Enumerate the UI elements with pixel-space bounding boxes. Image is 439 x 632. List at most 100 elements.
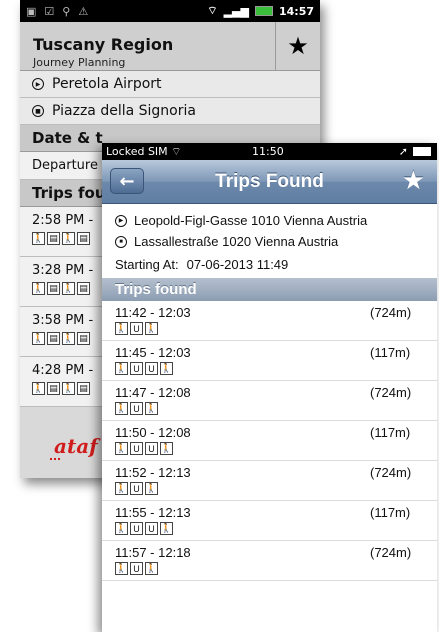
play-circle-icon: ▶ bbox=[32, 78, 44, 90]
favorite-add-button[interactable]: ★ bbox=[275, 22, 320, 70]
bus-icon: ▤ bbox=[77, 332, 90, 345]
usb-icon: ⚲ bbox=[62, 4, 71, 18]
trip-time: 11:57 - 12:18 bbox=[115, 545, 191, 560]
ios-clock: 11:50 bbox=[252, 145, 284, 158]
walk-icon: 🚶 bbox=[62, 332, 75, 345]
trip-time: 11:50 - 12:08 bbox=[115, 425, 191, 440]
walk-icon: 🚶 bbox=[160, 442, 173, 455]
ubahn-icon: U bbox=[130, 522, 143, 535]
walk-icon: 🚶 bbox=[115, 442, 128, 455]
origin-label: Leopold-Figl-Gasse 1010 Vienna Austria bbox=[134, 213, 368, 228]
walk-icon: 🚶 bbox=[32, 282, 45, 295]
walk-icon: 🚶 bbox=[115, 322, 128, 335]
logo-dots bbox=[50, 458, 60, 460]
trip-row[interactable]: 11:57 - 12:18 (724m) 🚶 U 🚶 bbox=[102, 541, 437, 581]
nav-title: Trips Found bbox=[215, 171, 324, 192]
trip-distance: (724m) bbox=[370, 305, 412, 320]
trips-section-header: Trips found bbox=[102, 278, 437, 301]
bus-icon: ▤ bbox=[47, 382, 60, 395]
bus-icon: ▤ bbox=[47, 282, 60, 295]
ubahn-icon: U bbox=[145, 442, 158, 455]
walk-icon: 🚶 bbox=[160, 522, 173, 535]
trip-distance: (724m) bbox=[370, 385, 412, 400]
bus-icon: ▤ bbox=[77, 232, 90, 245]
walk-icon: 🚶 bbox=[32, 232, 45, 245]
page-subtitle: Journey Planning bbox=[33, 56, 126, 69]
trip-row[interactable]: 11:55 - 12:13 (117m) 🚶 U U 🚶 bbox=[102, 501, 437, 541]
walk-icon: 🚶 bbox=[145, 482, 158, 495]
walk-icon: 🚶 bbox=[115, 402, 128, 415]
trip-row[interactable]: 11:42 - 12:03 (724m) 🚶 U 🚶 bbox=[102, 301, 437, 341]
bus-icon: ▤ bbox=[77, 382, 90, 395]
bus-icon: ▤ bbox=[47, 232, 60, 245]
trip-distance: (117m) bbox=[370, 505, 411, 520]
ataf-logo: ataf bbox=[54, 434, 98, 458]
walk-icon: 🚶 bbox=[62, 282, 75, 295]
starting-at-row: Starting At: 07-06-2013 11:49 bbox=[102, 252, 437, 276]
trip-time: 11:42 - 12:03 bbox=[115, 305, 191, 320]
starting-at-label: Starting At: bbox=[115, 256, 179, 272]
walk-icon: 🚶 bbox=[145, 322, 158, 335]
battery-icon bbox=[254, 6, 273, 16]
walk-icon: 🚶 bbox=[32, 382, 45, 395]
origin-label: Peretola Airport bbox=[52, 76, 162, 92]
star-plus-icon: ★ bbox=[401, 166, 425, 196]
trip-distance: (117m) bbox=[370, 425, 411, 440]
wifi-icon: ⌔ bbox=[171, 144, 182, 158]
destination-label: Lassallestraße 1020 Vienna Austria bbox=[134, 234, 339, 249]
trip-row[interactable]: 11:50 - 12:08 (117m) 🚶 U U 🚶 bbox=[102, 421, 437, 461]
trip-row[interactable]: 11:52 - 12:13 (724m) 🚶 U 🚶 bbox=[102, 461, 437, 501]
ubahn-icon: U bbox=[145, 362, 158, 375]
carrier-text: Locked SIM bbox=[106, 144, 168, 158]
ubahn-icon: U bbox=[130, 362, 143, 375]
favorite-add-button[interactable]: ★ bbox=[402, 166, 425, 196]
origin-row[interactable]: ▶ Peretola Airport bbox=[20, 71, 320, 98]
bus-icon: ▤ bbox=[77, 282, 90, 295]
sim-icon: ▣ bbox=[26, 4, 37, 18]
checkbox-icon: ☑ bbox=[44, 4, 55, 18]
trip-distance: (117m) bbox=[370, 345, 411, 360]
trip-time: 11:45 - 12:03 bbox=[115, 345, 191, 360]
stop-circle-icon: ■ bbox=[115, 235, 127, 248]
trip-distance: (724m) bbox=[370, 465, 412, 480]
trip-time: 11:47 - 12:08 bbox=[115, 385, 191, 400]
origin-row: ▶ Leopold-Figl-Gasse 1010 Vienna Austria bbox=[102, 210, 437, 231]
navigation-bar: ← Trips Found ★ bbox=[102, 160, 437, 204]
android-header: Tuscany Region Journey Planning ★ bbox=[20, 22, 320, 71]
trip-distance: (724m) bbox=[370, 545, 412, 560]
walk-icon: 🚶 bbox=[62, 232, 75, 245]
battery-icon bbox=[413, 147, 431, 156]
starting-at-value: 07-06-2013 11:49 bbox=[186, 256, 289, 272]
ios-phone-screen: Locked SIM ⌔ 11:50 ➚ ← Trips Found ★ ▶ L… bbox=[102, 143, 437, 632]
trip-row[interactable]: 11:45 - 12:03 (117m) 🚶 U U 🚶 bbox=[102, 341, 437, 381]
trip-row[interactable]: 11:47 - 12:08 (724m) 🚶 U 🚶 bbox=[102, 381, 437, 421]
signal-icon: ▂▄▆ bbox=[223, 4, 249, 18]
walk-icon: 🚶 bbox=[115, 482, 128, 495]
walk-icon: 🚶 bbox=[115, 522, 128, 535]
android-status-bar: ▣ ☑ ⚲ ⚠ ⌔ ▂▄▆ 14:57 bbox=[20, 0, 320, 22]
notification-icons: ▣ ☑ ⚲ ⚠ bbox=[26, 5, 88, 18]
walk-icon: 🚶 bbox=[115, 562, 128, 575]
destination-row: ■ Lassallestraße 1020 Vienna Austria bbox=[102, 231, 437, 252]
walk-icon: 🚶 bbox=[115, 362, 128, 375]
walk-icon: 🚶 bbox=[145, 562, 158, 575]
ubahn-icon: U bbox=[130, 562, 143, 575]
trip-time: 11:52 - 12:13 bbox=[115, 465, 191, 480]
ubahn-icon: U bbox=[145, 522, 158, 535]
trip-time: 11:55 - 12:13 bbox=[115, 505, 191, 520]
destination-row[interactable]: ■ Piazza della Signoria bbox=[20, 98, 320, 125]
android-clock: 14:57 bbox=[278, 4, 314, 18]
stop-circle-icon: ■ bbox=[32, 105, 44, 117]
walk-icon: 🚶 bbox=[32, 332, 45, 345]
walk-icon: 🚶 bbox=[62, 382, 75, 395]
ubahn-icon: U bbox=[130, 402, 143, 415]
star-plus-icon: ★ bbox=[287, 32, 309, 60]
location-arrow-icon: ➚ bbox=[398, 145, 408, 158]
ubahn-icon: U bbox=[130, 482, 143, 495]
ubahn-icon: U bbox=[130, 442, 143, 455]
page-title: Tuscany Region bbox=[33, 35, 174, 54]
walk-icon: 🚶 bbox=[145, 402, 158, 415]
bus-icon: ▤ bbox=[47, 332, 60, 345]
wifi-icon: ⌔ bbox=[207, 4, 218, 17]
ios-status-bar: Locked SIM ⌔ 11:50 ➚ bbox=[102, 143, 437, 160]
